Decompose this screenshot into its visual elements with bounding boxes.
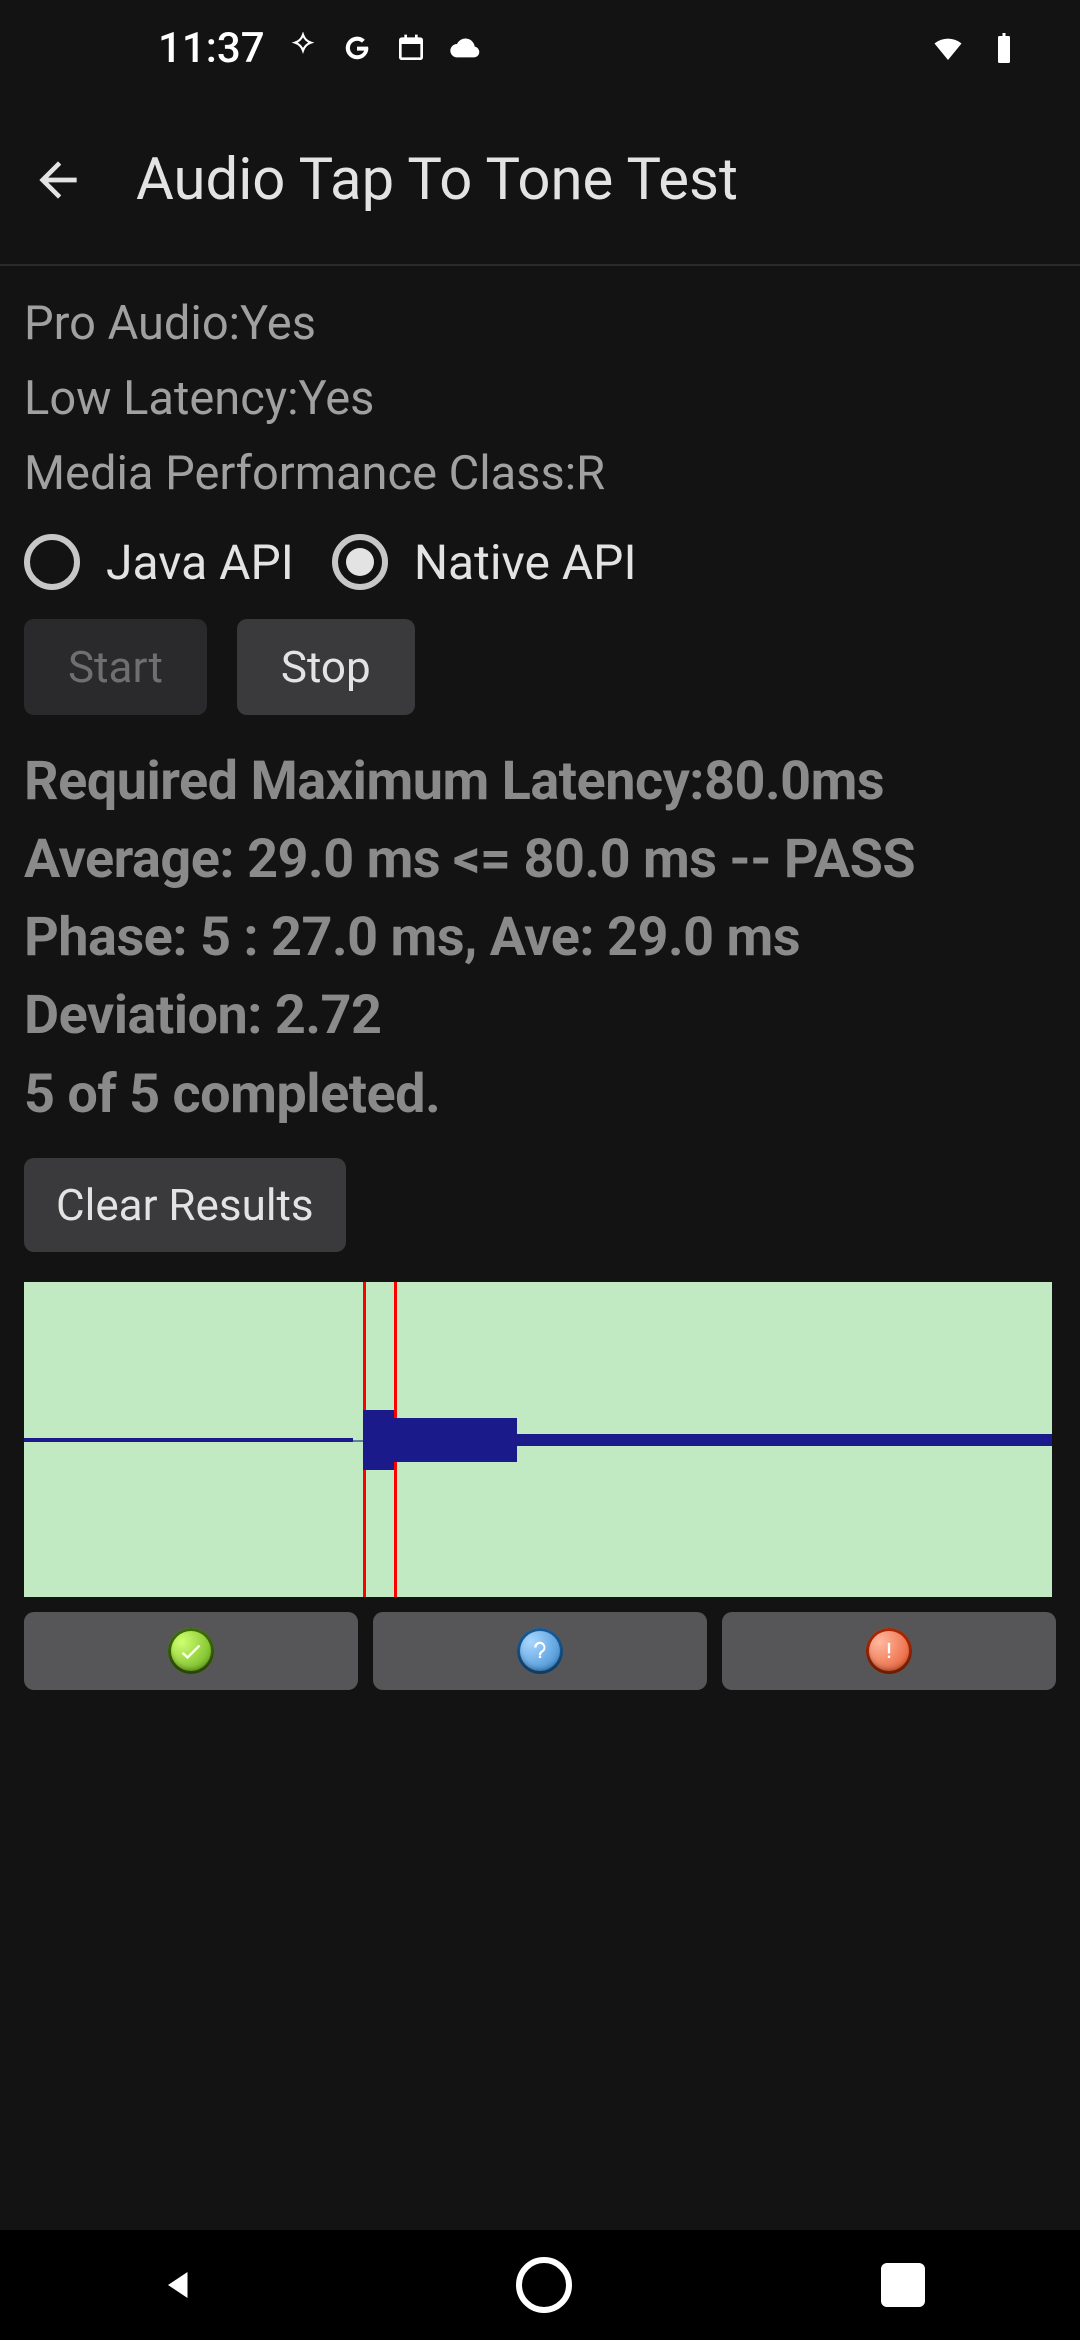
app-bar: Audio Tap To Tone Test (0, 96, 1080, 266)
waveform-view (24, 1282, 1052, 1597)
pass-button[interactable] (24, 1612, 358, 1690)
low-latency-line: Low Latency:Yes (24, 361, 1056, 436)
nav-back-icon[interactable] (155, 2259, 207, 2311)
pro-audio-value: Yes (240, 296, 316, 351)
results-block: Required Maximum Latency:80.0ms Average:… (24, 743, 1056, 1134)
result-required: Required Maximum Latency:80.0ms (24, 743, 1056, 821)
result-progress: 5 of 5 completed. (24, 1056, 1056, 1134)
media-perf-value: R (576, 446, 605, 501)
wf-tap-spike (363, 1410, 394, 1470)
status-bar: 11:37 (0, 0, 1080, 96)
wifi-icon (930, 30, 966, 66)
question-icon (517, 1628, 563, 1674)
status-left: 11:37 (48, 24, 481, 73)
exclamation-icon (866, 1628, 912, 1674)
nav-recents-icon[interactable] (881, 2263, 925, 2307)
content: Pro Audio:Yes Low Latency:Yes Media Perf… (0, 266, 1080, 1690)
low-latency-label: Low Latency: (24, 371, 298, 426)
status-right (930, 30, 1032, 66)
pro-audio-line: Pro Audio:Yes (24, 286, 1056, 361)
clear-results-button[interactable]: Clear Results (24, 1158, 346, 1252)
fail-button[interactable] (722, 1612, 1056, 1690)
media-perf-line: Media Performance Class:R (24, 436, 1056, 511)
native-api-label: Native API (414, 534, 637, 591)
pro-audio-label: Pro Audio: (24, 296, 240, 351)
result-phase: Phase: 5 : 27.0 ms, Ave: 29.0 ms (24, 899, 1056, 977)
pinwheel-icon (287, 32, 319, 64)
start-stop-row: Start Stop (24, 619, 1056, 715)
media-perf-label: Media Performance Class: (24, 446, 576, 501)
result-action-row (24, 1612, 1056, 1690)
stop-button[interactable]: Stop (237, 619, 415, 715)
calendar-icon (395, 32, 427, 64)
result-average: Average: 29.0 ms <= 80.0 ms -- PASS (24, 821, 1056, 899)
clock: 11:37 (158, 24, 265, 73)
google-icon (341, 32, 373, 64)
page-title: Audio Tap To Tone Test (136, 146, 738, 214)
battery-charging-icon (986, 30, 1022, 66)
cloud-icon (449, 32, 481, 64)
wf-noise-pre (24, 1438, 353, 1442)
nav-home-icon[interactable] (516, 2257, 572, 2313)
native-api-radio[interactable] (332, 534, 388, 590)
navigation-bar (0, 2230, 1080, 2340)
info-button[interactable] (373, 1612, 707, 1690)
back-arrow-icon[interactable] (30, 152, 86, 208)
api-radio-group: Java API Native API (24, 534, 1056, 591)
java-api-radio[interactable] (24, 534, 80, 590)
wf-tone-burst (394, 1418, 517, 1462)
low-latency-value: Yes (298, 371, 374, 426)
java-api-label: Java API (106, 534, 294, 591)
check-icon (168, 1628, 214, 1674)
wf-tail (517, 1434, 1052, 1446)
start-button[interactable]: Start (24, 619, 207, 715)
result-deviation: Deviation: 2.72 (24, 977, 1056, 1055)
